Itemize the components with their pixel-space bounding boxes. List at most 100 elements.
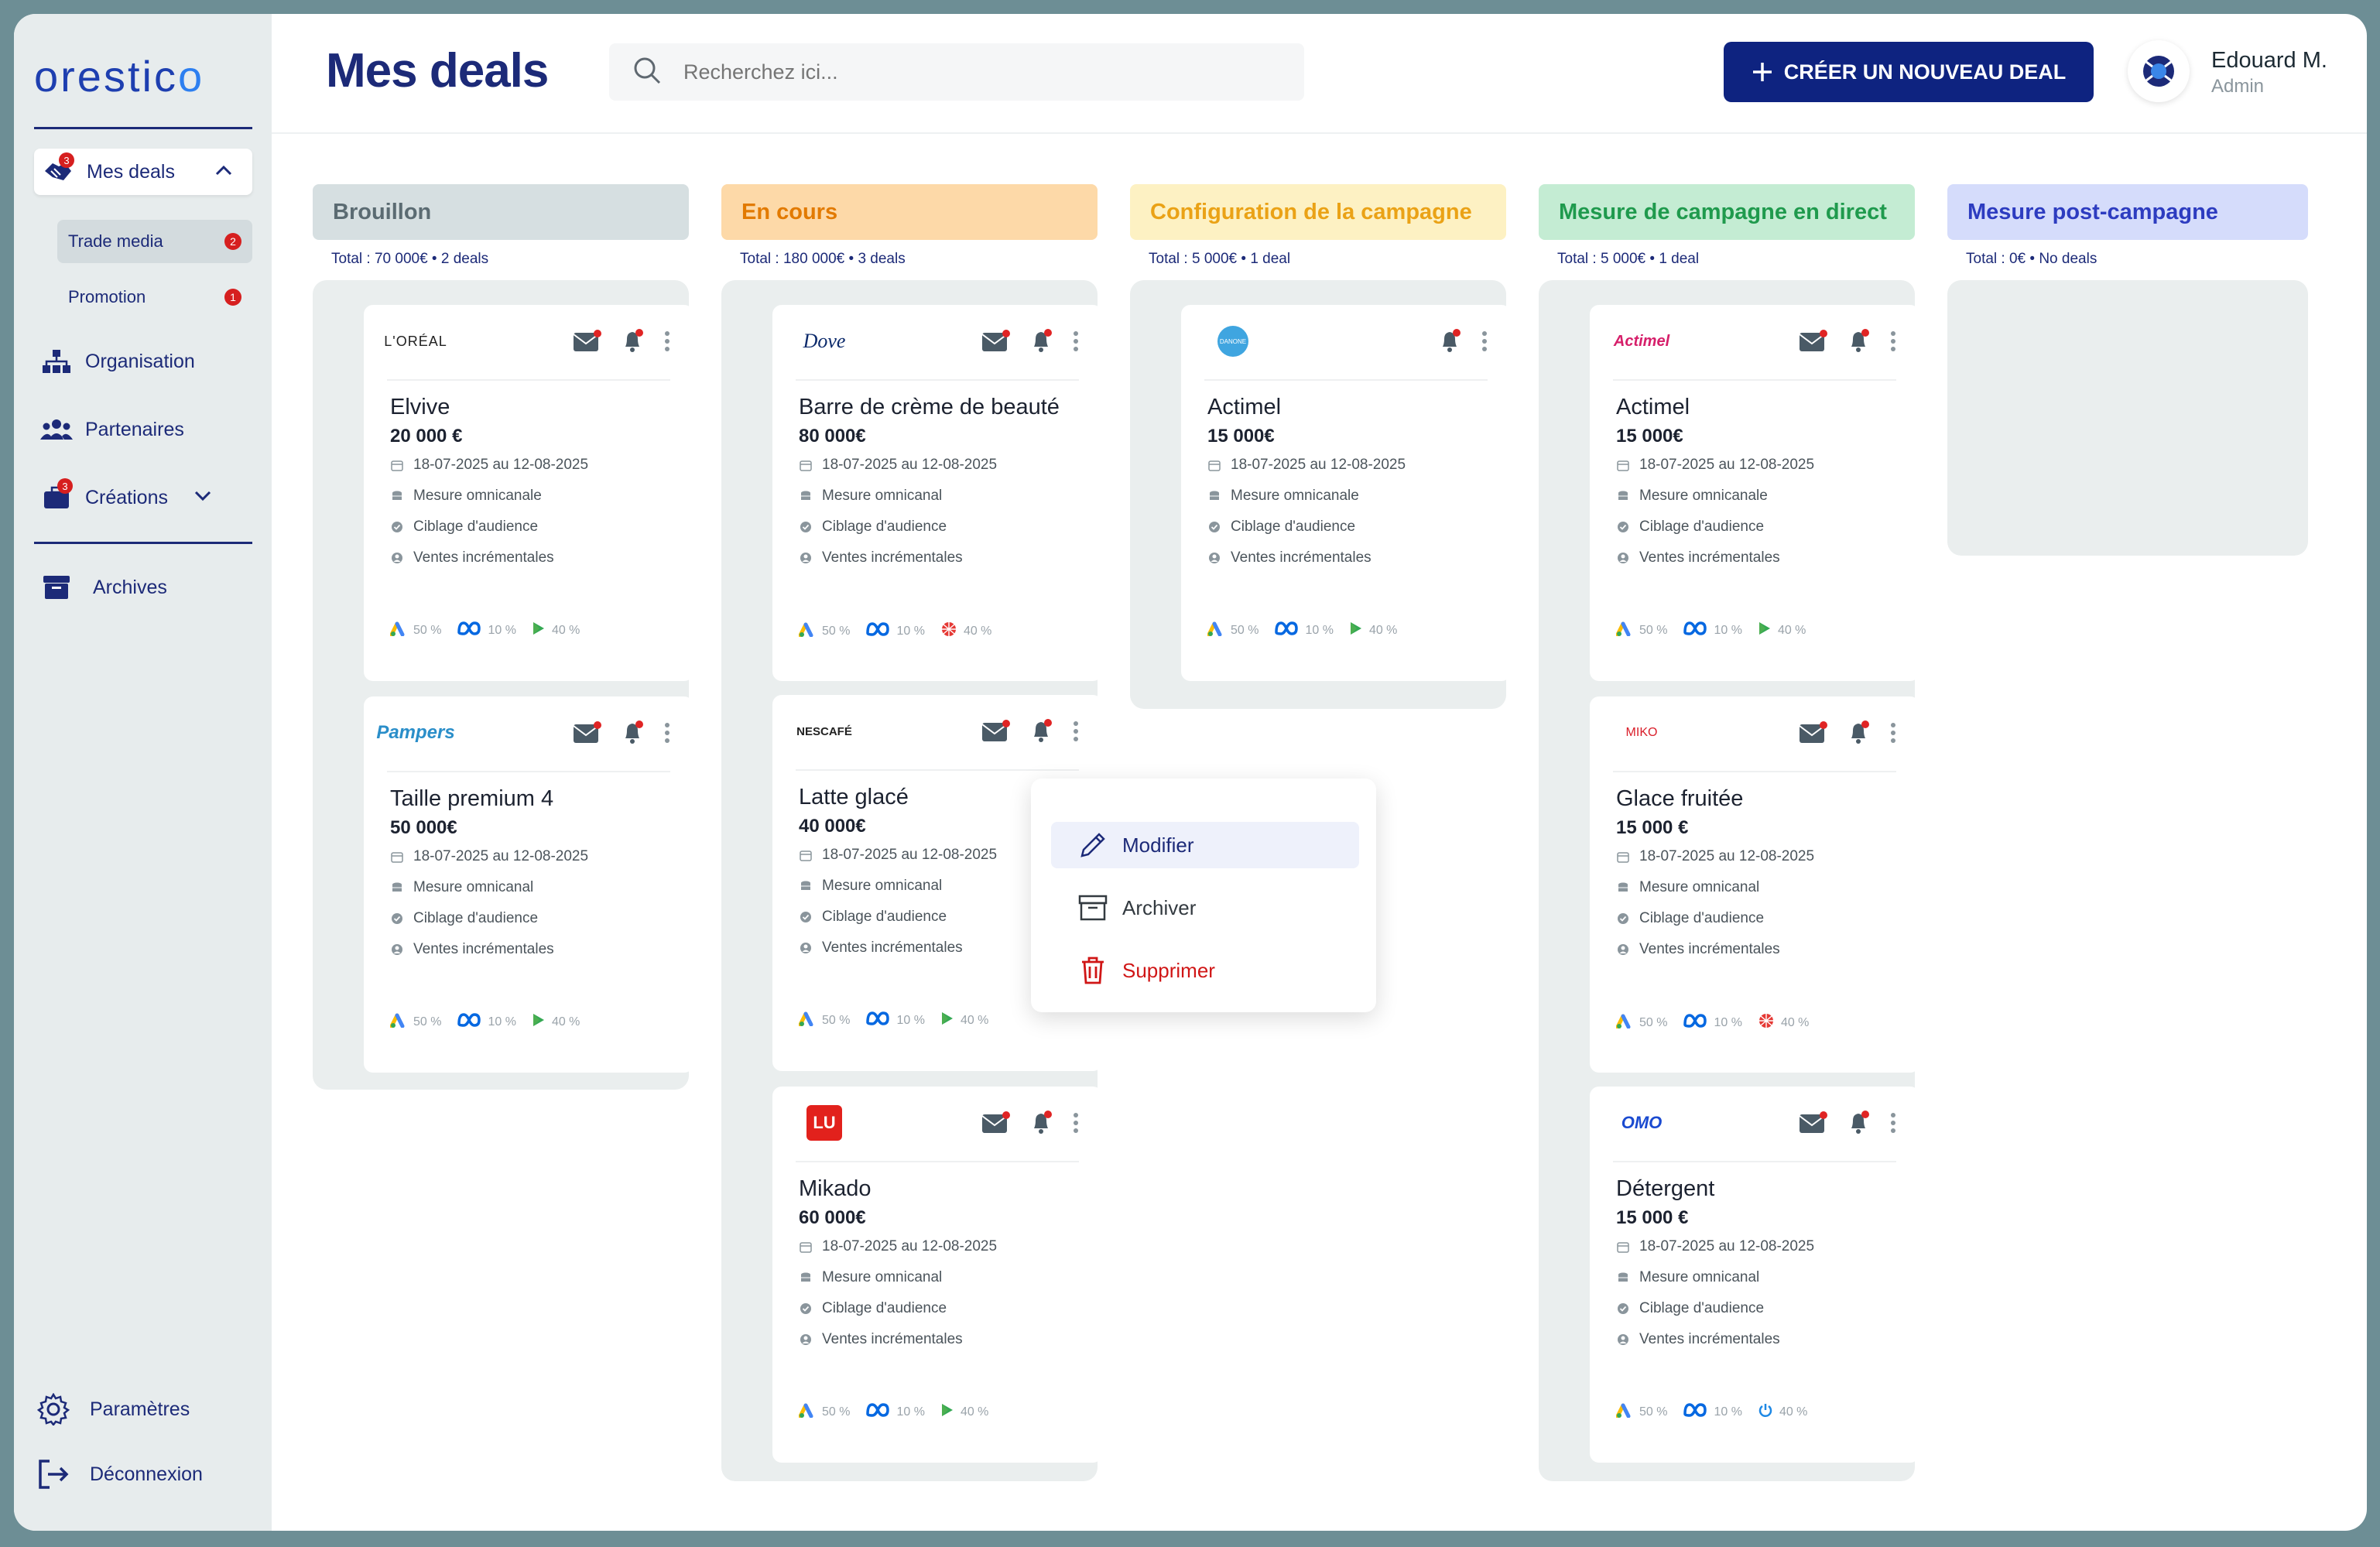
more-options-icon[interactable] bbox=[664, 330, 670, 356]
bullet-separator: • bbox=[844, 251, 858, 267]
brand-logo: NESCAFÉ bbox=[796, 712, 853, 751]
create-deal-label: CRÉER UN NOUVEAU DEAL bbox=[1783, 60, 2067, 84]
deal-card[interactable]: LU Mikado 60 000€ 18-07-2025 au 12-08-2025 M… bbox=[772, 1087, 1102, 1463]
pencil-icon bbox=[1077, 830, 1108, 861]
channel-percent: 10 % bbox=[1305, 623, 1334, 637]
sidebar-sub-promotion[interactable]: Promotion 1 bbox=[57, 276, 252, 319]
card-detail-text: Ventes incrémentales bbox=[822, 549, 963, 566]
menu-item-supprimer[interactable]: Supprimer bbox=[1051, 947, 1359, 994]
channel-percent: 40 % bbox=[551, 623, 580, 637]
more-options-icon[interactable] bbox=[1073, 1111, 1079, 1138]
more-options-icon[interactable] bbox=[1073, 330, 1079, 356]
channel-split: 50 % 10 % 40 % bbox=[798, 1402, 989, 1422]
bell-icon[interactable] bbox=[1438, 328, 1463, 358]
mail-icon[interactable] bbox=[573, 330, 602, 356]
more-options-icon[interactable] bbox=[1890, 1111, 1896, 1138]
deal-card[interactable]: Dove Barre de crème de beauté 80 000€ 18-07… bbox=[772, 305, 1102, 681]
deal-card[interactable]: Pampers Taille premium 4 50 000€ 18-07-2025… bbox=[364, 696, 693, 1073]
users-icon bbox=[40, 413, 73, 446]
sidebar-item-partenaires[interactable]: Partenaires bbox=[40, 413, 184, 446]
avatar[interactable] bbox=[2128, 40, 2190, 102]
deal-card[interactable]: MIKO Glace fruitée 15 000 € 18-07-2025 au 1… bbox=[1590, 696, 1919, 1073]
google-ads-icon bbox=[389, 1012, 407, 1032]
channel-percent: 40 % bbox=[960, 1405, 989, 1419]
bell-icon[interactable] bbox=[1847, 328, 1871, 358]
check-circle-icon bbox=[1616, 1302, 1630, 1316]
deal-card[interactable]: L'ORÉAL Elvive 20 000 € 18-07-2025 au 12-08… bbox=[364, 305, 693, 681]
more-options-icon[interactable] bbox=[664, 721, 670, 748]
card-divider bbox=[1613, 771, 1896, 772]
app-logo[interactable]: orestico bbox=[34, 51, 204, 101]
bell-icon[interactable] bbox=[1029, 1110, 1054, 1139]
card-detail-row: Mesure omnicanal bbox=[1616, 879, 1759, 896]
column-total: Total : 0€ • No deals bbox=[1966, 251, 2097, 268]
brand-logo: Dove bbox=[796, 322, 853, 361]
sidebar-item-archives[interactable]: Archives bbox=[40, 571, 167, 604]
mail-icon[interactable] bbox=[981, 720, 1011, 746]
menu-item-modifier[interactable]: Modifier bbox=[1051, 822, 1359, 868]
channel-item: 10 % bbox=[1683, 621, 1742, 640]
sidebar-item-parametres[interactable]: Paramètres bbox=[37, 1393, 190, 1425]
sidebar-item-deconnexion[interactable]: Déconnexion bbox=[37, 1458, 203, 1491]
sidebar-item-label: Organisation bbox=[85, 350, 195, 372]
card-detail-text: Ciblage d'audience bbox=[413, 519, 539, 535]
create-deal-button[interactable]: CRÉER UN NOUVEAU DEAL bbox=[1724, 42, 2094, 102]
sidebar-sub-trade-media[interactable]: Trade media 2 bbox=[57, 220, 252, 263]
sidebar-item-organisation[interactable]: Organisation bbox=[40, 345, 195, 378]
card-amount: 60 000€ bbox=[799, 1207, 866, 1228]
mail-icon[interactable] bbox=[981, 330, 1011, 356]
app-window: orestico 3 Mes deals Trade media 2 Promo… bbox=[14, 14, 2367, 1531]
chevron-down-icon[interactable] bbox=[191, 484, 214, 512]
mail-icon[interactable] bbox=[1799, 721, 1828, 748]
chevron-up-icon[interactable] bbox=[212, 159, 235, 188]
menu-item-label: Supprimer bbox=[1122, 958, 1215, 982]
brand-logo: Pampers bbox=[376, 714, 454, 752]
user-role: Admin bbox=[2211, 76, 2265, 97]
bell-icon[interactable] bbox=[1847, 1110, 1871, 1139]
mail-icon[interactable] bbox=[573, 721, 602, 748]
more-options-icon[interactable] bbox=[1890, 330, 1896, 356]
channel-percent: 10 % bbox=[1714, 623, 1742, 637]
bell-icon[interactable] bbox=[1029, 328, 1054, 358]
sidebar-item-creations[interactable]: 3 Créations bbox=[40, 478, 214, 514]
card-detail-text: Ventes incrémentales bbox=[1639, 1331, 1780, 1347]
card-divider bbox=[1613, 1161, 1896, 1162]
channel-split: 50 % 10 % 40 % bbox=[1615, 621, 1806, 640]
column-header: Mesure post-campagne bbox=[1947, 184, 2308, 240]
more-options-icon[interactable] bbox=[1890, 721, 1896, 748]
deal-card[interactable]: OMO Détergent 15 000 € 18-07-2025 au 12-08-… bbox=[1590, 1087, 1919, 1463]
mail-icon[interactable] bbox=[1799, 1111, 1828, 1138]
card-actions bbox=[981, 718, 1079, 748]
column-deal-count: 1 deal bbox=[1659, 251, 1700, 267]
google-ads-icon bbox=[1615, 1013, 1633, 1032]
more-options-icon[interactable] bbox=[1073, 720, 1079, 746]
sidebar-item-mes-deals[interactable]: 3 Mes deals bbox=[34, 149, 252, 195]
card-divider bbox=[796, 379, 1079, 381]
calendar-icon bbox=[1616, 850, 1630, 864]
search-input[interactable] bbox=[683, 60, 1225, 84]
card-detail-row: 18-07-2025 au 12-08-2025 bbox=[1207, 457, 1406, 474]
channel-item: 50 % bbox=[1615, 1013, 1667, 1032]
search-bar[interactable] bbox=[609, 43, 1304, 101]
card-detail-row: 18-07-2025 au 12-08-2025 bbox=[390, 457, 588, 474]
trade-media-badge: 2 bbox=[224, 233, 241, 250]
brand-logo-mark: MIKO bbox=[1625, 726, 1658, 739]
bell-icon[interactable] bbox=[1029, 718, 1054, 748]
bell-icon[interactable] bbox=[1847, 720, 1871, 749]
deal-card[interactable]: DANONE Actimel 15 000€ 18-07-2025 au 12-08-… bbox=[1181, 305, 1511, 681]
mail-icon[interactable] bbox=[981, 1111, 1011, 1138]
channel-split: 50 % 10 % 40 % bbox=[798, 1011, 989, 1030]
card-detail-text: Ciblage d'audience bbox=[822, 909, 947, 925]
channel-percent: 40 % bbox=[960, 1013, 989, 1027]
database-icon bbox=[799, 489, 813, 503]
card-actions bbox=[981, 1110, 1079, 1139]
more-options-icon[interactable] bbox=[1481, 330, 1488, 356]
deal-card[interactable]: Actimel Actimel 15 000€ 18-07-2025 au 12-08… bbox=[1590, 305, 1919, 681]
bell-icon[interactable] bbox=[621, 328, 646, 358]
card-title: Mikado bbox=[799, 1176, 872, 1201]
mail-icon[interactable] bbox=[1799, 330, 1828, 356]
menu-item-archiver[interactable]: Archiver bbox=[1051, 885, 1359, 931]
bell-icon[interactable] bbox=[621, 720, 646, 749]
channel-item: 50 % bbox=[389, 1012, 441, 1032]
brand-logo: LU bbox=[796, 1104, 853, 1142]
